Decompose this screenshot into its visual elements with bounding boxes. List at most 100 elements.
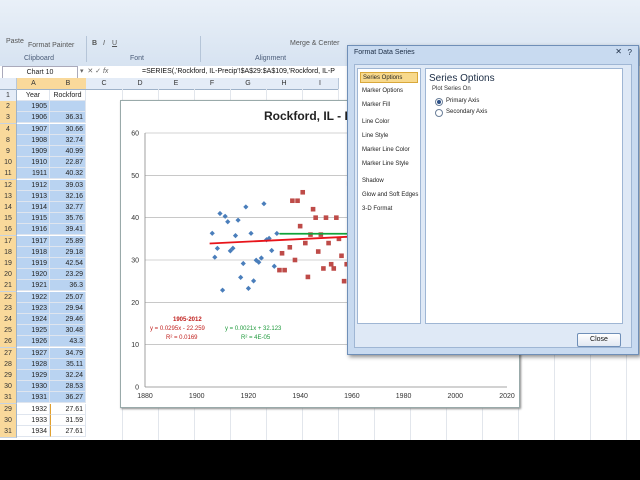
cell-year[interactable]: 1906 (17, 112, 50, 124)
nav-item-line-color[interactable]: Line Color (360, 117, 420, 128)
row-header[interactable]: 30 (0, 381, 17, 394)
cell-year[interactable]: 1924 (17, 314, 50, 325)
row-header[interactable]: 27 (0, 347, 17, 360)
row-header[interactable]: 23 (0, 302, 17, 315)
cell-year[interactable]: 1918 (17, 246, 50, 258)
cell-year[interactable]: 1929 (17, 370, 50, 381)
cell-year[interactable]: 1933 (17, 414, 50, 426)
row-header[interactable]: 13 (0, 190, 17, 203)
cell-year[interactable]: 1923 (17, 302, 50, 314)
nav-item-shadow[interactable]: Shadow (360, 176, 420, 187)
cell-precip[interactable]: 32.24 (50, 370, 86, 381)
nav-item-line-style[interactable]: Line Style (360, 131, 420, 142)
close-button[interactable]: Close (577, 333, 621, 347)
cell-precip[interactable]: 30.48 (50, 325, 86, 337)
row-header[interactable]: 19 (0, 258, 17, 270)
secondary-axis-label[interactable]: Secondary Axis (446, 109, 487, 115)
help-icon[interactable]: ? (628, 48, 632, 57)
cell-year[interactable]: 1912 (17, 179, 50, 191)
cell-year[interactable]: 1905 (17, 101, 50, 113)
cell-year[interactable]: 1930 (17, 381, 50, 393)
merge-center-button[interactable]: Merge & Center (290, 40, 339, 47)
cell-precip[interactable]: 27.61 (50, 426, 86, 437)
cell-precip[interactable]: 39.41 (50, 224, 86, 236)
cell-precip[interactable]: 43.3 (50, 336, 86, 348)
cell-precip[interactable]: 30.66 (50, 123, 86, 135)
cell-precip[interactable]: 34.79 (50, 347, 86, 359)
paste-button[interactable]: Paste (6, 38, 24, 45)
cell-year[interactable]: 1907 (17, 123, 50, 135)
cell-precip[interactable]: 32.74 (50, 134, 86, 146)
row-header[interactable]: 8 (0, 134, 17, 147)
cell-year[interactable]: 1919 (17, 258, 50, 269)
cell-precip[interactable]: 25.07 (50, 291, 86, 303)
row-header[interactable]: 31 (0, 392, 17, 405)
italic-button[interactable]: I (103, 40, 105, 47)
cell-precip[interactable]: 29.18 (50, 246, 86, 258)
cell-year[interactable]: Year (17, 90, 50, 101)
cell-year[interactable]: 1915 (17, 213, 50, 225)
row-header[interactable]: 24 (0, 314, 17, 326)
cell-precip[interactable]: 29.94 (50, 302, 86, 314)
cell-precip[interactable]: 23.29 (50, 269, 86, 281)
close-icon[interactable]: ✕ (615, 47, 622, 56)
row-header[interactable]: 1 (0, 90, 17, 102)
cell-precip[interactable]: 40.32 (50, 168, 86, 180)
bold-button[interactable]: B (92, 40, 97, 47)
cell-year[interactable]: 1914 (17, 202, 50, 213)
column-header-d[interactable]: D (122, 78, 159, 90)
cell-precip[interactable]: 32.77 (50, 202, 86, 213)
row-header[interactable]: 10 (0, 157, 17, 170)
column-header-g[interactable]: G (230, 78, 267, 90)
column-header-e[interactable]: E (158, 78, 195, 90)
row-header[interactable]: 21 (0, 280, 17, 293)
row-header[interactable]: 11 (0, 168, 17, 181)
underline-button[interactable]: U (112, 40, 117, 47)
nav-item-marker-line-color[interactable]: Marker Line Color (360, 145, 420, 156)
row-header[interactable]: 31 (0, 426, 17, 438)
row-header[interactable]: 3 (0, 112, 17, 125)
secondary-axis-radio[interactable] (435, 109, 443, 117)
cell-precip[interactable]: 31.59 (50, 414, 86, 426)
cell-year[interactable]: 1931 (17, 392, 50, 404)
cell-year[interactable]: 1920 (17, 269, 50, 281)
row-header[interactable]: 12 (0, 179, 17, 192)
cell-year[interactable]: 1922 (17, 291, 50, 303)
cell-precip[interactable]: 27.61 (50, 403, 86, 415)
cell-year[interactable]: 1932 (17, 403, 50, 415)
row-header[interactable]: 28 (0, 358, 17, 371)
row-header[interactable]: 16 (0, 224, 17, 237)
cell-precip[interactable]: 36.27 (50, 392, 86, 404)
format-painter-button[interactable]: Format Painter (28, 42, 74, 49)
cell-precip[interactable]: 29.46 (50, 314, 86, 325)
nav-item-glow-and-soft-edges[interactable]: Glow and Soft Edges (360, 190, 420, 201)
column-header-b[interactable]: B (50, 78, 87, 90)
cell-precip[interactable]: 32.16 (50, 190, 86, 202)
cell-year[interactable]: 1921 (17, 280, 50, 292)
cell-precip[interactable]: Rockford (50, 90, 86, 101)
row-header[interactable]: 14 (0, 202, 17, 214)
row-header[interactable]: 29 (0, 370, 17, 382)
nav-item-marker-options[interactable]: Marker Options (360, 86, 420, 97)
cell-precip[interactable]: 28.53 (50, 381, 86, 393)
cell-precip[interactable]: 25.89 (50, 235, 86, 247)
cell-year[interactable]: 1911 (17, 168, 50, 180)
nav-item-3-d-format[interactable]: 3-D Format (360, 204, 420, 215)
primary-axis-radio[interactable] (435, 98, 443, 106)
formula-input[interactable]: =SERIES(,'Rockford, IL-Precip'!$A$29:$A$… (142, 66, 362, 78)
column-header-i[interactable]: I (302, 78, 339, 90)
cell-precip[interactable]: 35.76 (50, 213, 86, 225)
cell-precip[interactable]: 39.03 (50, 179, 86, 191)
cell-precip[interactable]: 36.31 (50, 112, 86, 124)
cell-precip[interactable]: 22.87 (50, 157, 86, 169)
row-header[interactable]: 26 (0, 336, 17, 349)
column-header-h[interactable]: H (266, 78, 303, 90)
cell-year[interactable]: 1916 (17, 224, 50, 236)
row-header[interactable]: 9 (0, 146, 17, 158)
cell-year[interactable]: 1934 (17, 426, 50, 437)
row-header[interactable]: 22 (0, 291, 17, 304)
primary-axis-label[interactable]: Primary Axis (446, 98, 479, 104)
row-header[interactable]: 20 (0, 269, 17, 282)
cell-precip[interactable]: 40.99 (50, 146, 86, 157)
cell-year[interactable]: 1917 (17, 235, 50, 247)
